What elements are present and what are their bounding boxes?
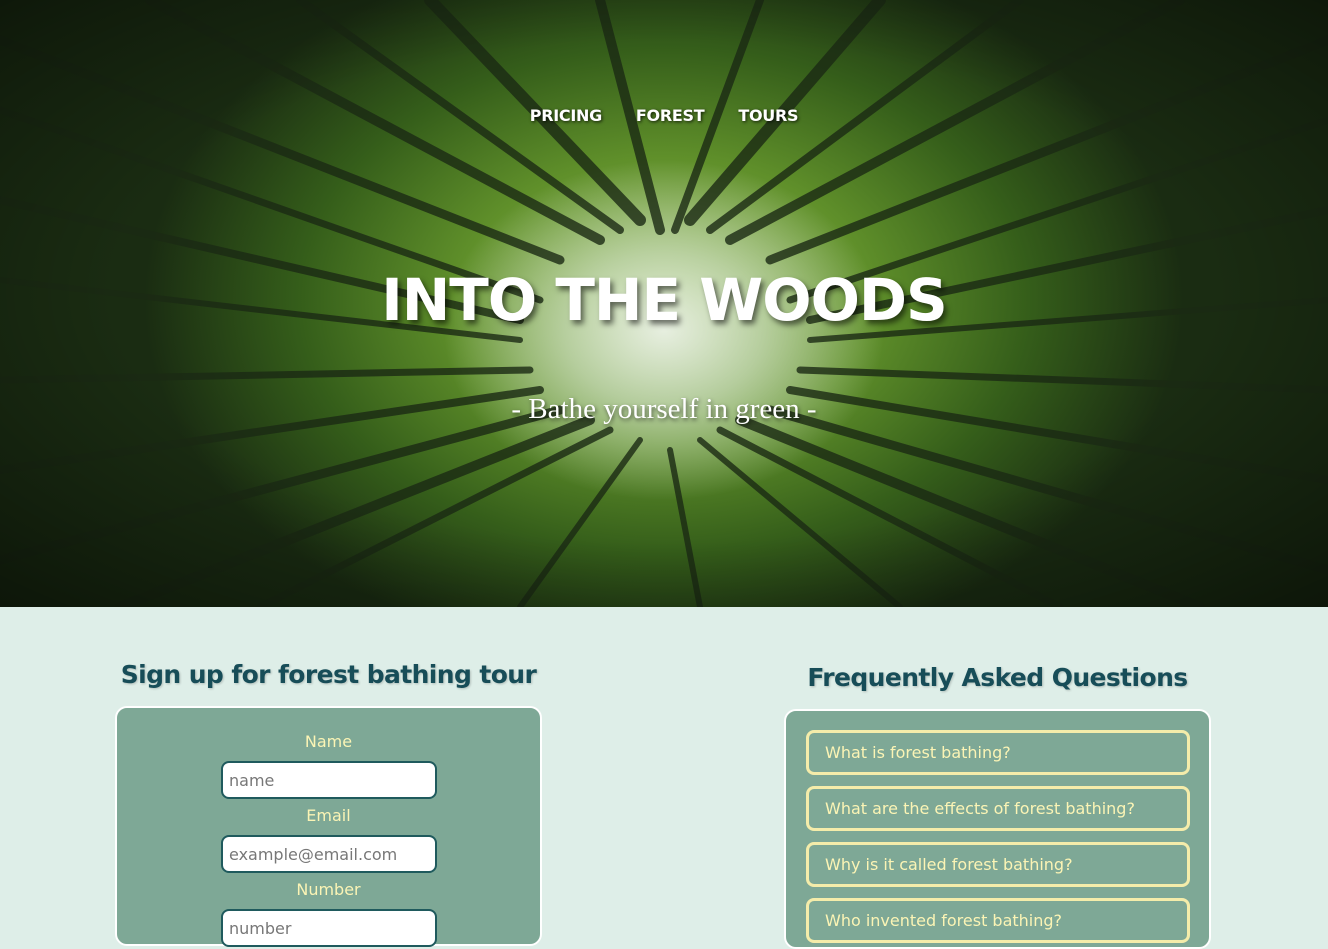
signup-form: Name Email Number — [115, 706, 542, 947]
faq-panel: What is forest bathing? What are the eff… — [784, 709, 1211, 949]
faq-item-what-is[interactable]: What is forest bathing? — [806, 730, 1190, 775]
hero-title: INTO THE WOODS — [381, 266, 948, 334]
name-label: Name — [304, 732, 353, 751]
nav-pricing-link[interactable]: PRICING — [530, 106, 602, 125]
email-label: Email — [306, 806, 351, 825]
email-input[interactable] — [221, 835, 437, 873]
signup-title: Sign up for forest bathing tour — [120, 660, 537, 689]
name-input[interactable] — [221, 761, 437, 799]
faq-item-effects[interactable]: What are the effects of forest bathing? — [806, 786, 1190, 831]
faq-title: Frequently Asked Questions — [807, 663, 1188, 692]
hero-banner: PRICING FOREST TOURS INTO THE WOODS - Ba… — [0, 0, 1328, 607]
nav-tours-link[interactable]: TOURS — [738, 106, 798, 125]
nav-forest-link[interactable]: FOREST — [636, 106, 705, 125]
number-label: Number — [296, 880, 361, 899]
faq-item-why-called[interactable]: Why is it called forest bathing? — [806, 842, 1190, 887]
number-input[interactable] — [221, 909, 437, 947]
hero-subtitle: - Bathe yourself in green - — [511, 393, 817, 425]
main-nav: PRICING FOREST TOURS — [0, 106, 1328, 125]
faq-item-who-invented[interactable]: Who invented forest bathing? — [806, 898, 1190, 943]
